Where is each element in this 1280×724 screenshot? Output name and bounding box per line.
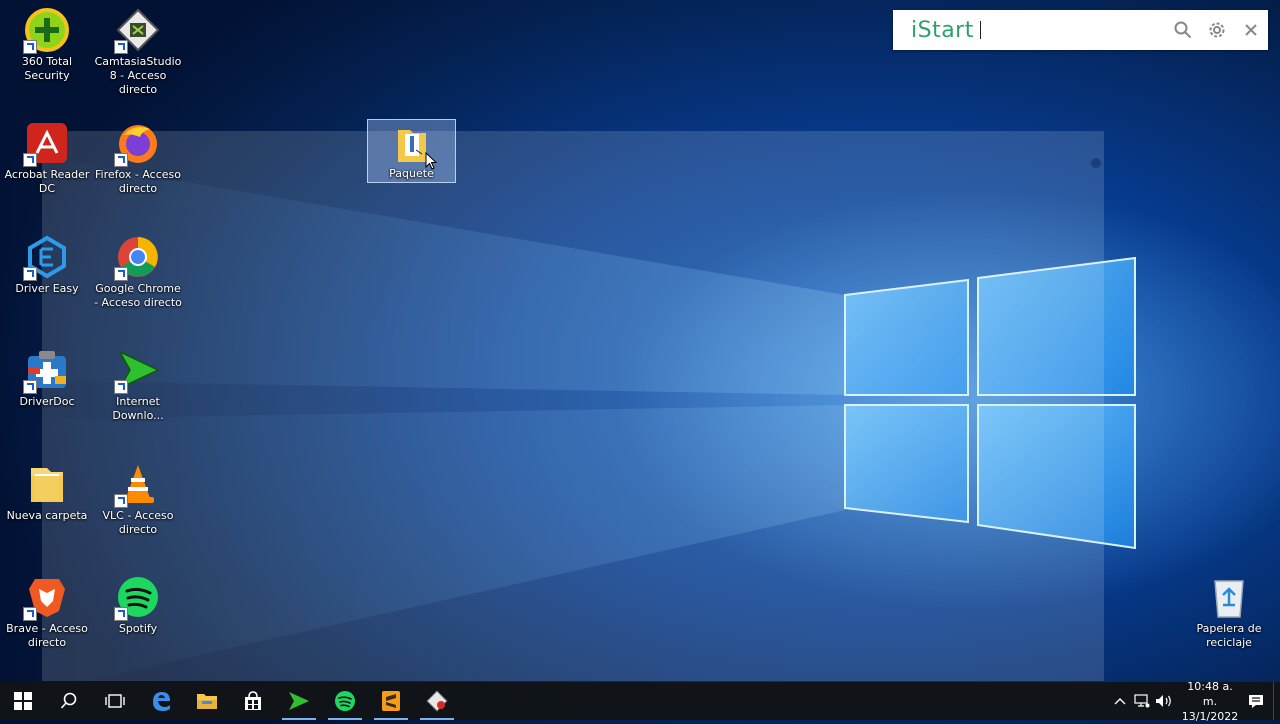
istart-search-bar[interactable]: iStart <box>893 10 1268 50</box>
taskbar: 10:48 a. m. 13/1/2022 <box>0 680 1280 723</box>
istart-close-button[interactable] <box>1234 10 1268 50</box>
notification-icon <box>1249 694 1263 708</box>
shortcut-arrow-icon <box>23 607 37 621</box>
shortcut-arrow-icon <box>114 494 128 508</box>
shortcut-arrow-icon <box>114 267 128 281</box>
shortcut-arrow-icon <box>23 380 37 394</box>
desktop-icon-vlc[interactable]: VLC - Acceso directo <box>93 462 183 537</box>
shortcut-arrow-icon <box>114 380 128 394</box>
istart-search-input[interactable] <box>980 14 1166 46</box>
desktop-icon-google-chrome[interactable]: Google Chrome - Acceso directo <box>93 235 183 310</box>
edge-icon <box>153 692 170 711</box>
desktop-icon-recycle-bin[interactable]: Papelera de reciclaje <box>1184 575 1274 650</box>
desktop-icon-label: VLC - Acceso directo <box>102 509 174 536</box>
istart-settings-button[interactable] <box>1200 10 1234 50</box>
archive-folder-icon <box>397 130 426 162</box>
desktop-icon-firefox[interactable]: Firefox - Acceso directo <box>93 121 183 196</box>
mouse-cursor-icon <box>425 152 437 170</box>
desktop-icon-label: Spotify <box>118 622 158 635</box>
taskbar-spotify[interactable] <box>322 682 368 720</box>
chevron-up-icon <box>1114 698 1126 705</box>
desktop-icon-internet-download-manager[interactable]: Internet Downlo... <box>93 348 183 423</box>
task-view-button[interactable] <box>92 682 138 720</box>
desktop-icon-label: Google Chrome - Acceso directo <box>94 282 182 309</box>
desktop-icon-camtasia[interactable]: CamtasiaStudio 8 - Acceso directo <box>93 8 183 97</box>
shortcut-arrow-icon <box>114 40 128 54</box>
desktop-icon-label: Firefox - Acceso directo <box>94 168 182 195</box>
clock-time: 10:48 a. m. <box>1187 679 1233 708</box>
shortcut-arrow-icon <box>23 40 37 54</box>
istart-brand: iStart <box>911 17 974 43</box>
shortcut-arrow-icon <box>114 153 128 167</box>
istart-search-button[interactable] <box>1166 10 1200 50</box>
desktop-icon-label: Internet Downlo... <box>112 395 164 422</box>
volume-icon <box>1156 695 1171 707</box>
shortcut-arrow-icon <box>23 267 37 281</box>
sublime-icon <box>382 691 400 711</box>
taskbar-sublime[interactable] <box>368 682 414 720</box>
taskbar-clock[interactable]: 10:48 a. m. 13/1/2022 <box>1181 679 1239 724</box>
shortcut-arrow-icon <box>114 607 128 621</box>
desktop-icon-label: CamtasiaStudio 8 - Acceso directo <box>94 55 182 96</box>
store-icon <box>245 691 261 710</box>
taskbar-edge[interactable] <box>138 682 184 720</box>
taskbar-internet-download-manager[interactable] <box>276 682 322 720</box>
desktop-icon-label: Nueva carpeta <box>6 509 88 522</box>
desktop-icon-label: DriverDoc <box>19 395 75 408</box>
spotify-icon <box>335 691 355 711</box>
desktop-icon-label: Paquete <box>389 167 434 180</box>
overlay-handle <box>1091 158 1101 168</box>
taskbar-store[interactable] <box>230 682 276 720</box>
desktop-icon-label: Driver Easy <box>15 282 79 295</box>
desktop-icon-nueva-carpeta[interactable]: Nueva carpeta <box>2 462 92 523</box>
clock-date: 13/1/2022 <box>1181 709 1239 723</box>
taskbar-search-button[interactable] <box>46 682 92 720</box>
search-icon <box>1174 21 1191 39</box>
desktop-icon-brave[interactable]: Brave - Acceso directo <box>2 575 92 650</box>
desktop-icon-label: Acrobat Reader DC <box>4 168 90 195</box>
taskbar-camtasia[interactable] <box>414 682 460 720</box>
camtasia-icon <box>426 690 448 712</box>
desktop-icon-driver-easy[interactable]: Driver Easy <box>2 235 92 296</box>
network-button[interactable] <box>1131 682 1153 720</box>
show-hidden-icons-button[interactable] <box>1109 682 1131 720</box>
desktop-icon-paquete[interactable]: Paquete <box>367 119 456 183</box>
desktop-icon-label: Papelera de reciclaje <box>1196 622 1262 649</box>
desktop-icon-spotify[interactable]: Spotify <box>93 575 183 636</box>
desktop-icon-360-total-security[interactable]: 360 Total Security <box>2 8 92 83</box>
action-center-button[interactable] <box>1245 682 1267 720</box>
desktop-icon-label: 360 Total Security <box>21 55 73 82</box>
selection-overlay-panel <box>42 131 1104 681</box>
start-button[interactable] <box>0 682 46 720</box>
close-icon <box>1245 24 1257 36</box>
desktop-icon-acrobat-reader[interactable]: Acrobat Reader DC <box>2 121 92 196</box>
desktop-icon-driverdoc[interactable]: DriverDoc <box>2 348 92 409</box>
internet-download-manager-icon <box>289 692 309 710</box>
taskbar-file-explorer[interactable] <box>184 682 230 720</box>
volume-button[interactable] <box>1153 682 1175 720</box>
folder-icon <box>31 468 63 502</box>
search-icon <box>60 692 77 709</box>
task-view-icon <box>105 694 125 708</box>
network-icon <box>1134 694 1150 708</box>
system-tray: 10:48 a. m. 13/1/2022 <box>1109 680 1280 723</box>
file-explorer-icon <box>197 694 217 709</box>
recycle-bin-icon <box>1214 580 1244 618</box>
gear-icon <box>1209 22 1225 38</box>
start-icon <box>14 692 32 710</box>
desktop-icon-label: Brave - Acceso directo <box>6 622 88 649</box>
shortcut-arrow-icon <box>23 153 37 167</box>
show-desktop-button[interactable] <box>1273 682 1280 720</box>
